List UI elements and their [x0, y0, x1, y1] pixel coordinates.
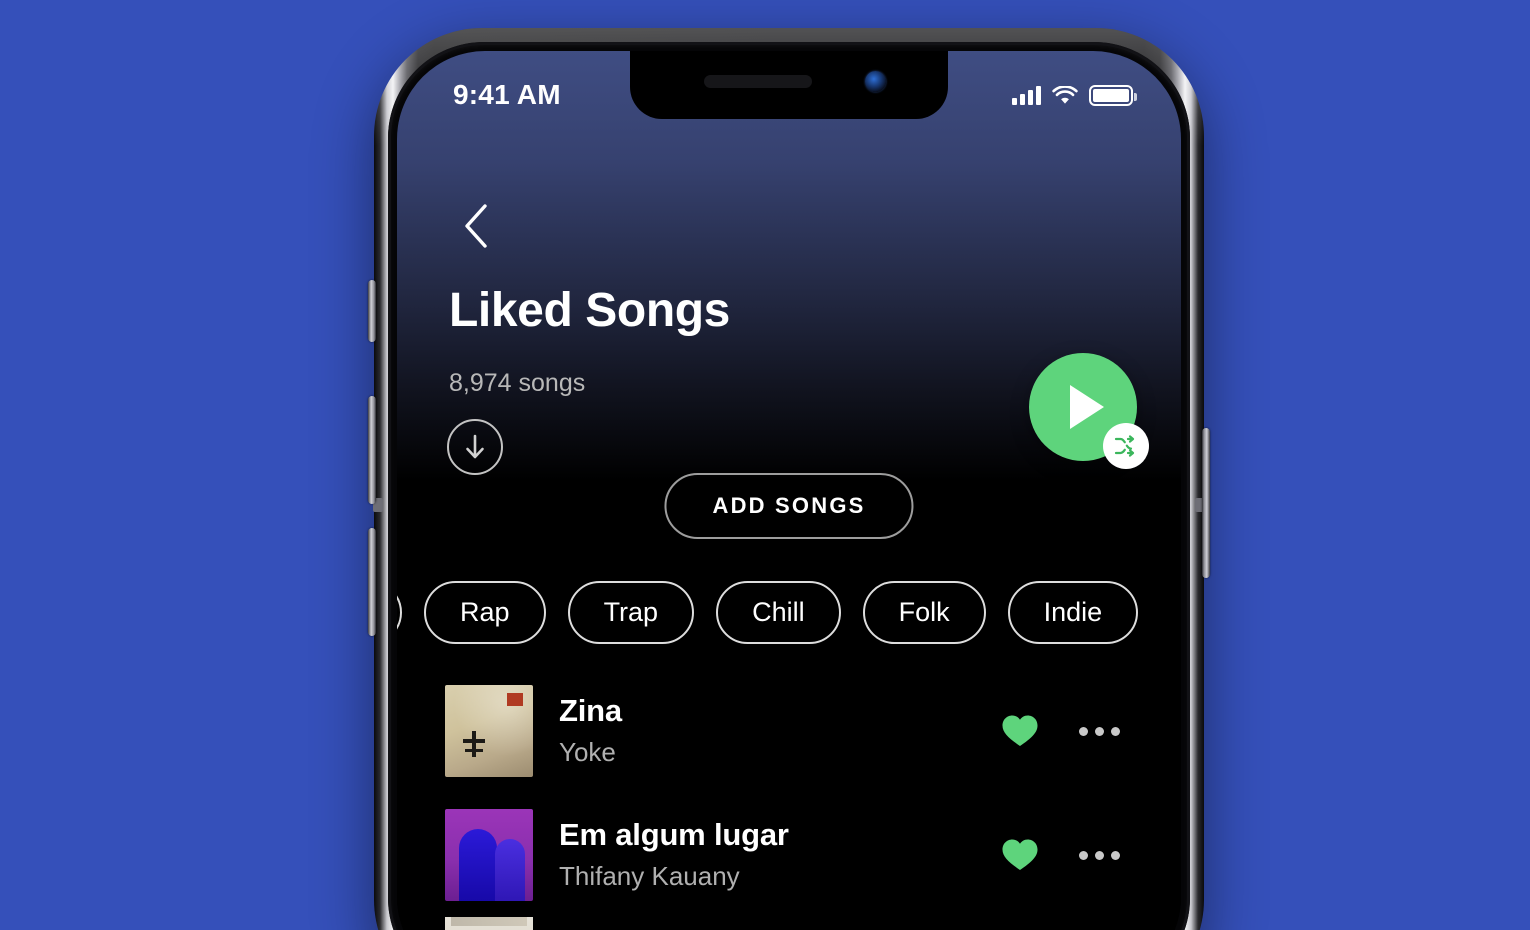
- screenshot-root: 9:41 AM Liked Songs 8,974 songs ADD SONG…: [0, 0, 1530, 930]
- wifi-icon: [1052, 85, 1078, 104]
- shuffle-button[interactable]: [1103, 423, 1149, 469]
- page-title: Liked Songs: [449, 284, 730, 337]
- song-title: Zina: [559, 692, 622, 728]
- song-list: Zina Yoke Em algum lugar Thifany Kauany: [397, 669, 1181, 930]
- chip-rap[interactable]: Rap: [424, 581, 546, 644]
- mute-switch[interactable]: [368, 280, 376, 342]
- song-artist: Yoke: [559, 737, 616, 768]
- add-songs-button[interactable]: ADD SONGS: [664, 473, 914, 539]
- heart-filled-icon: [1002, 839, 1038, 870]
- heart-filled-icon: [1002, 715, 1038, 746]
- chevron-left-icon: [465, 204, 487, 248]
- phone-inner-bezel: 9:41 AM Liked Songs 8,974 songs ADD SONG…: [388, 42, 1190, 930]
- album-art: [445, 685, 533, 777]
- more-options-button[interactable]: [1069, 850, 1129, 860]
- download-button[interactable]: [447, 419, 503, 475]
- song-info: Em algum lugar Thifany Kauany: [559, 816, 971, 895]
- phone-frame: 9:41 AM Liked Songs 8,974 songs ADD SONG…: [368, 28, 1210, 930]
- table-row[interactable]: Em algum lugar Thifany Kauany: [397, 793, 1181, 917]
- status-bar-indicators: [1012, 84, 1137, 106]
- chip-trap[interactable]: Trap: [567, 581, 695, 644]
- chip-0[interactable]: p: [397, 581, 403, 644]
- power-button[interactable]: [1202, 428, 1210, 578]
- back-button[interactable]: [449, 199, 503, 253]
- signal-bars-icon: [1012, 85, 1041, 105]
- battery-full-icon: [1089, 84, 1137, 106]
- phone-screen: 9:41 AM Liked Songs 8,974 songs ADD SONG…: [397, 51, 1181, 930]
- earpiece-speaker-icon: [704, 75, 812, 88]
- like-button[interactable]: [997, 713, 1043, 749]
- chip-folk[interactable]: Folk: [862, 581, 986, 644]
- song-artist: Thifany Kauany: [559, 861, 740, 892]
- download-arrow-icon: [466, 434, 484, 459]
- table-row[interactable]: Zina Yoke: [397, 669, 1181, 793]
- front-camera-icon: [865, 71, 886, 92]
- phone-bezel: 9:41 AM Liked Songs 8,974 songs ADD SONG…: [397, 51, 1181, 930]
- table-row[interactable]: Sablier: [397, 917, 1181, 930]
- song-count-label: 8,974 songs: [449, 369, 586, 397]
- album-art: [445, 809, 533, 901]
- play-icon: [1070, 385, 1104, 429]
- more-options-icon: [1078, 850, 1088, 860]
- chip-chill[interactable]: Chill: [716, 581, 841, 644]
- song-info: Zina Yoke: [559, 692, 971, 771]
- volume-up-button[interactable]: [368, 396, 376, 504]
- volume-down-button[interactable]: [368, 528, 376, 636]
- genre-filter-chips[interactable]: p Rap Trap Chill Folk Indie: [397, 581, 1181, 644]
- like-button[interactable]: [997, 837, 1043, 873]
- album-art: [445, 917, 533, 930]
- more-options-button[interactable]: [1069, 726, 1129, 736]
- shuffle-icon: [1114, 435, 1135, 457]
- chip-indie[interactable]: Indie: [1007, 581, 1139, 644]
- song-title: Em algum lugar: [559, 816, 789, 852]
- more-options-icon: [1078, 726, 1088, 736]
- status-bar-time: 9:41 AM: [453, 79, 561, 110]
- display-notch: [630, 51, 948, 119]
